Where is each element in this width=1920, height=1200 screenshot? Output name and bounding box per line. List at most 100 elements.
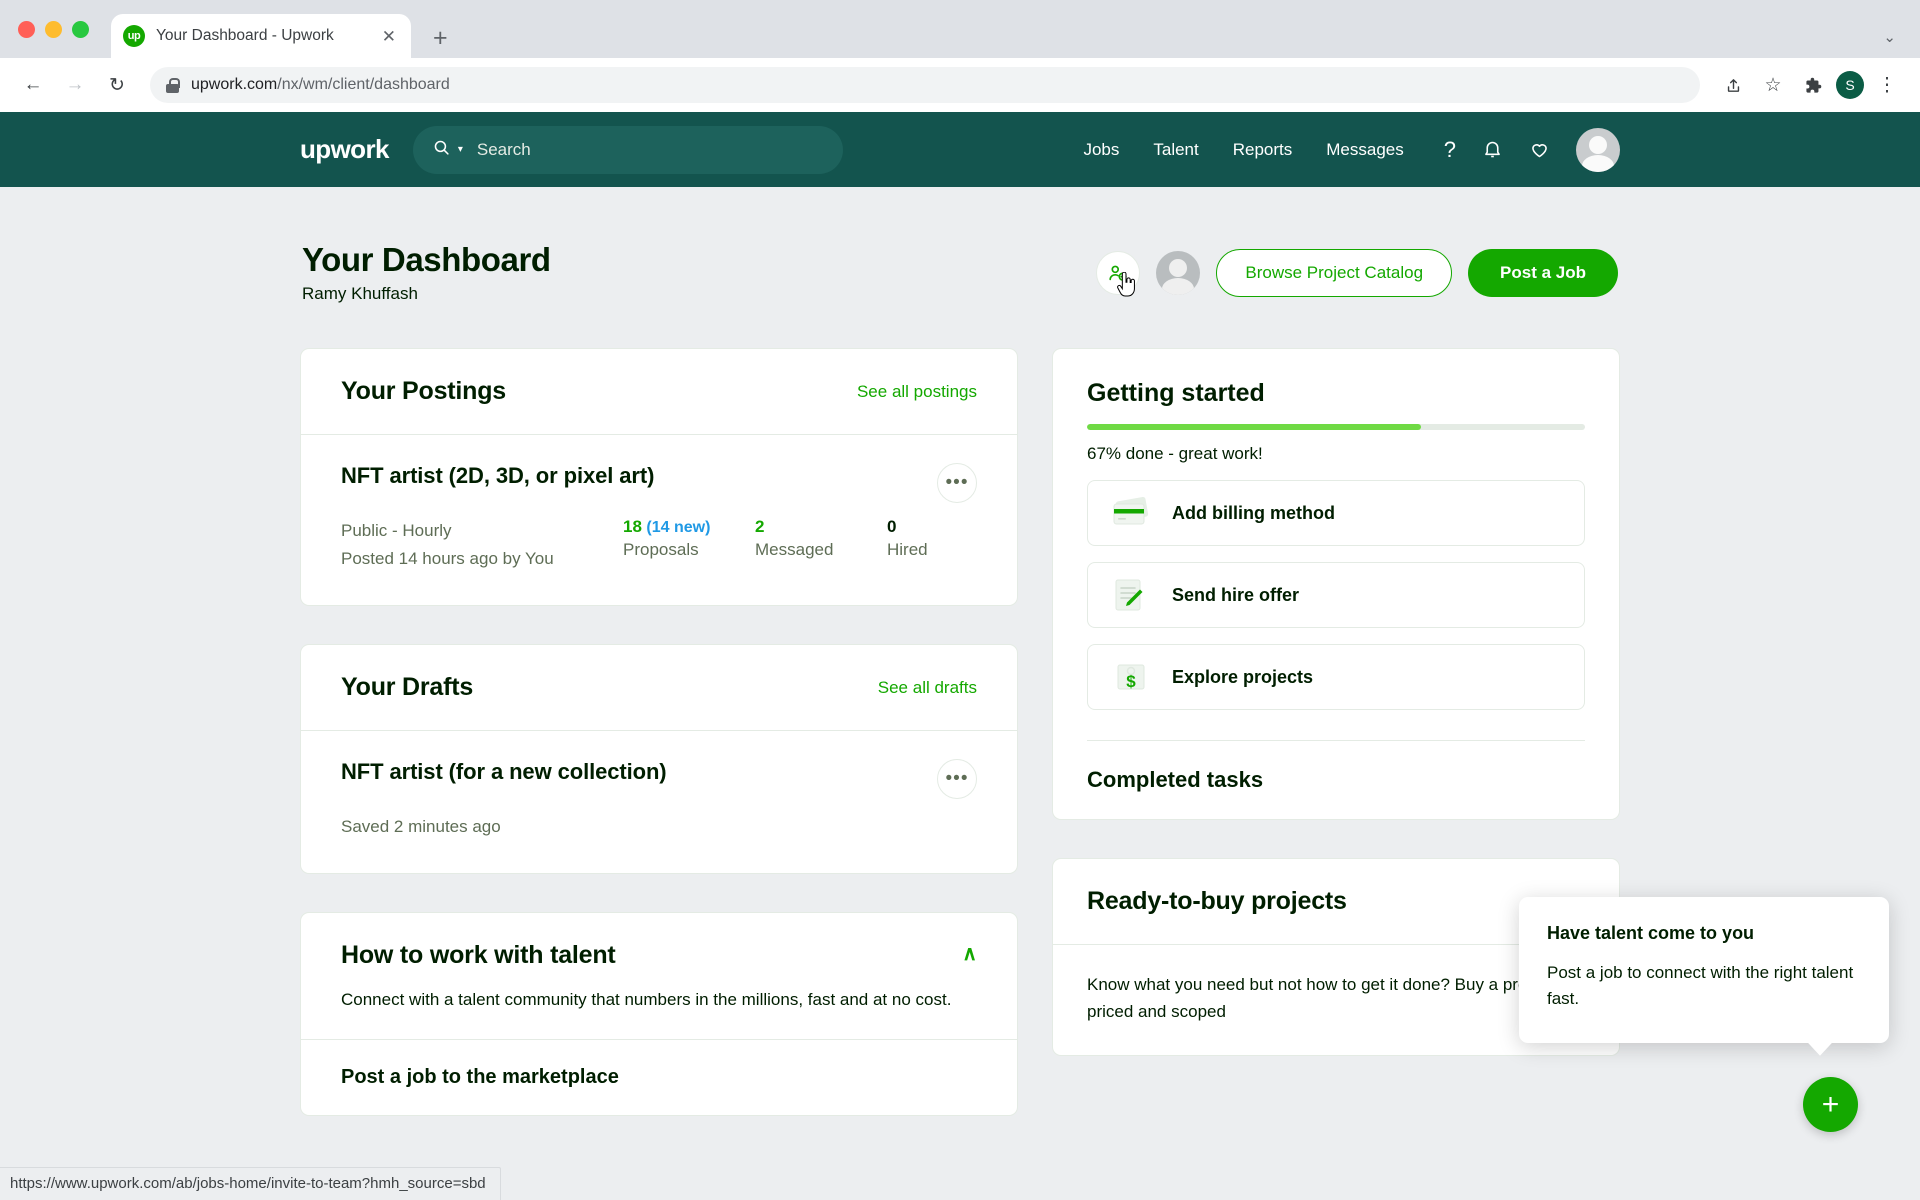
task-send-hire-offer[interactable]: Send hire offer [1087, 562, 1585, 628]
back-icon[interactable]: ← [16, 68, 50, 102]
browser-toolbar: ← → ↻ upwork.com/nx/wm/client/dashboard … [0, 58, 1920, 112]
upwork-favicon: up [123, 25, 145, 47]
see-all-drafts-link[interactable]: See all drafts [878, 678, 977, 698]
draft-title[interactable]: NFT artist (for a new collection) [341, 759, 667, 785]
reload-icon[interactable]: ↻ [100, 68, 134, 102]
how-to-work-with-talent-card: How to work with talent ∧ Connect with a… [300, 912, 1018, 1117]
search-placeholder: Search [476, 139, 531, 159]
proposals-count: 18 [623, 517, 642, 536]
credit-card-icon [1108, 493, 1154, 533]
nav-icons: ? [1444, 127, 1620, 172]
browser-profile-avatar[interactable]: S [1836, 71, 1864, 99]
forward-icon[interactable]: → [58, 68, 92, 102]
talent-tooltip: Have talent come to you Post a job to co… [1519, 897, 1889, 1056]
drafts-title: Your Drafts [341, 673, 474, 702]
header-actions: Browse Project Catalog Post a Job [1096, 241, 1618, 297]
close-tab-icon[interactable]: ✕ [379, 25, 399, 48]
ready-to-buy-title: Ready-to-buy projects [1087, 887, 1347, 915]
close-window-button[interactable] [18, 20, 35, 38]
browser-menu-icon[interactable]: ⋮ [1870, 68, 1904, 102]
drafts-card-body: NFT artist (for a new collection) ••• Sa… [301, 731, 1017, 873]
upwork-logo[interactable]: upwork [300, 134, 389, 165]
posting-posted: Posted 14 hours ago by You [341, 549, 554, 569]
address-bar[interactable]: upwork.com/nx/wm/client/dashboard [150, 67, 1700, 103]
page-title-block: Your Dashboard Ramy Khuffash [302, 241, 551, 304]
money-icon: $ [1108, 657, 1154, 697]
maximize-window-button[interactable] [72, 20, 89, 38]
nav-link-reports[interactable]: Reports [1233, 140, 1293, 160]
invite-team-button[interactable] [1096, 251, 1141, 297]
your-postings-card: Your Postings See all postings NFT artis… [300, 348, 1018, 607]
how-to-body: How to work with talent ∧ Connect with a… [301, 913, 1017, 1039]
svg-text:$: $ [1126, 672, 1136, 691]
new-tab-button[interactable]: + [433, 26, 448, 51]
notifications-bell-icon[interactable] [1482, 139, 1503, 160]
share-icon[interactable] [1716, 68, 1750, 102]
search-input[interactable]: ▾ Search [412, 125, 843, 174]
url-path: /nx/wm/client/dashboard [277, 76, 450, 93]
posting-meta: Public - Hourly Posted 14 hours ago by Y… [341, 517, 554, 573]
tab-list-chevron-down-icon[interactable]: ⌄ [1883, 28, 1896, 46]
hired-count: 0 [887, 517, 897, 536]
collapse-chevron-up-icon[interactable]: ∧ [962, 941, 977, 966]
how-to-title-row: How to work with talent ∧ [341, 941, 977, 970]
url-domain: upwork.com [191, 76, 278, 93]
postings-title: Your Postings [341, 377, 507, 405]
progress-bar-fill [1087, 424, 1421, 430]
messaged-label: Messaged [755, 540, 834, 559]
posting-title[interactable]: NFT artist (2D, 3D, or pixel art) [341, 463, 654, 489]
post-job-fab-button[interactable]: + [1803, 1077, 1858, 1132]
task-explore-projects[interactable]: $ Explore projects [1087, 644, 1585, 710]
nav-link-talent[interactable]: Talent [1153, 140, 1198, 160]
tooltip-tail [1807, 1041, 1833, 1056]
how-to-description: Connect with a talent community that num… [341, 990, 952, 1010]
posting-type: Public - Hourly [341, 521, 452, 540]
see-all-postings-link[interactable]: See all postings [857, 382, 977, 402]
browse-project-catalog-button[interactable]: Browse Project Catalog [1216, 249, 1453, 297]
search-category-chevron-down-icon[interactable]: ▾ [458, 144, 463, 155]
search-icon [433, 139, 450, 161]
nav-link-messages[interactable]: Messages [1326, 140, 1403, 160]
posting-details-row: Public - Hourly Posted 14 hours ago by Y… [341, 503, 977, 573]
stat-messaged[interactable]: 2 Messaged [755, 517, 887, 560]
draft-title-row: NFT artist (for a new collection) ••• [341, 759, 977, 800]
page-title: Your Dashboard [302, 241, 551, 278]
ready-to-buy-description: Know what you need but not how to get it… [1087, 975, 1554, 1022]
nav-user-avatar[interactable] [1576, 127, 1620, 172]
task-add-billing-method[interactable]: Add billing method [1087, 480, 1585, 546]
minimize-window-button[interactable] [45, 20, 62, 38]
window-controls[interactable] [18, 0, 111, 58]
header-user-avatar[interactable] [1156, 251, 1201, 295]
lock-icon [166, 77, 180, 93]
messaged-count: 2 [755, 517, 765, 536]
how-to-sub-title: Post a job to the marketplace [341, 1066, 619, 1089]
tab-title: Your Dashboard - Upwork [156, 27, 334, 44]
nav-links: Jobs Talent Reports Messages [1083, 140, 1403, 160]
user-name: Ramy Khuffash [302, 284, 418, 303]
your-drafts-card: Your Drafts See all drafts NFT artist (f… [300, 644, 1018, 875]
document-pen-icon [1108, 575, 1154, 615]
nav-link-jobs[interactable]: Jobs [1083, 140, 1119, 160]
hired-label: Hired [887, 540, 928, 559]
progress-bar [1087, 424, 1585, 430]
help-icon[interactable]: ? [1444, 137, 1456, 163]
stat-proposals[interactable]: 18 (14 new) Proposals [623, 517, 755, 560]
dashboard-grid: Your Postings See all postings NFT artis… [300, 348, 1620, 1154]
posting-title-row: NFT artist (2D, 3D, or pixel art) ••• [341, 463, 977, 503]
task-label-hire-offer: Send hire offer [1172, 584, 1300, 605]
post-a-job-button[interactable]: Post a Job [1468, 249, 1618, 297]
proposals-new-count: (14 new) [646, 519, 711, 536]
bookmark-star-icon[interactable]: ☆ [1756, 68, 1790, 102]
getting-started-card: Getting started 67% done - great work! A… [1052, 348, 1620, 820]
extensions-puzzle-icon[interactable] [1796, 68, 1830, 102]
saved-heart-icon[interactable] [1529, 139, 1550, 160]
tab-strip: up Your Dashboard - Upwork ✕ + ⌄ [0, 0, 1920, 58]
how-to-sub-item[interactable]: Post a job to the marketplace [301, 1039, 1017, 1115]
stat-hired[interactable]: 0 Hired [887, 517, 977, 560]
page-header: Your Dashboard Ramy Khuffash Browse Proj… [300, 241, 1620, 304]
posting-more-options-button[interactable]: ••• [937, 463, 977, 503]
browser-tab[interactable]: up Your Dashboard - Upwork ✕ [111, 14, 411, 58]
draft-more-options-button[interactable]: ••• [937, 759, 977, 800]
dashboard-page: Your Dashboard Ramy Khuffash Browse Proj… [300, 187, 1620, 1154]
completed-tasks-title[interactable]: Completed tasks [1087, 741, 1585, 793]
